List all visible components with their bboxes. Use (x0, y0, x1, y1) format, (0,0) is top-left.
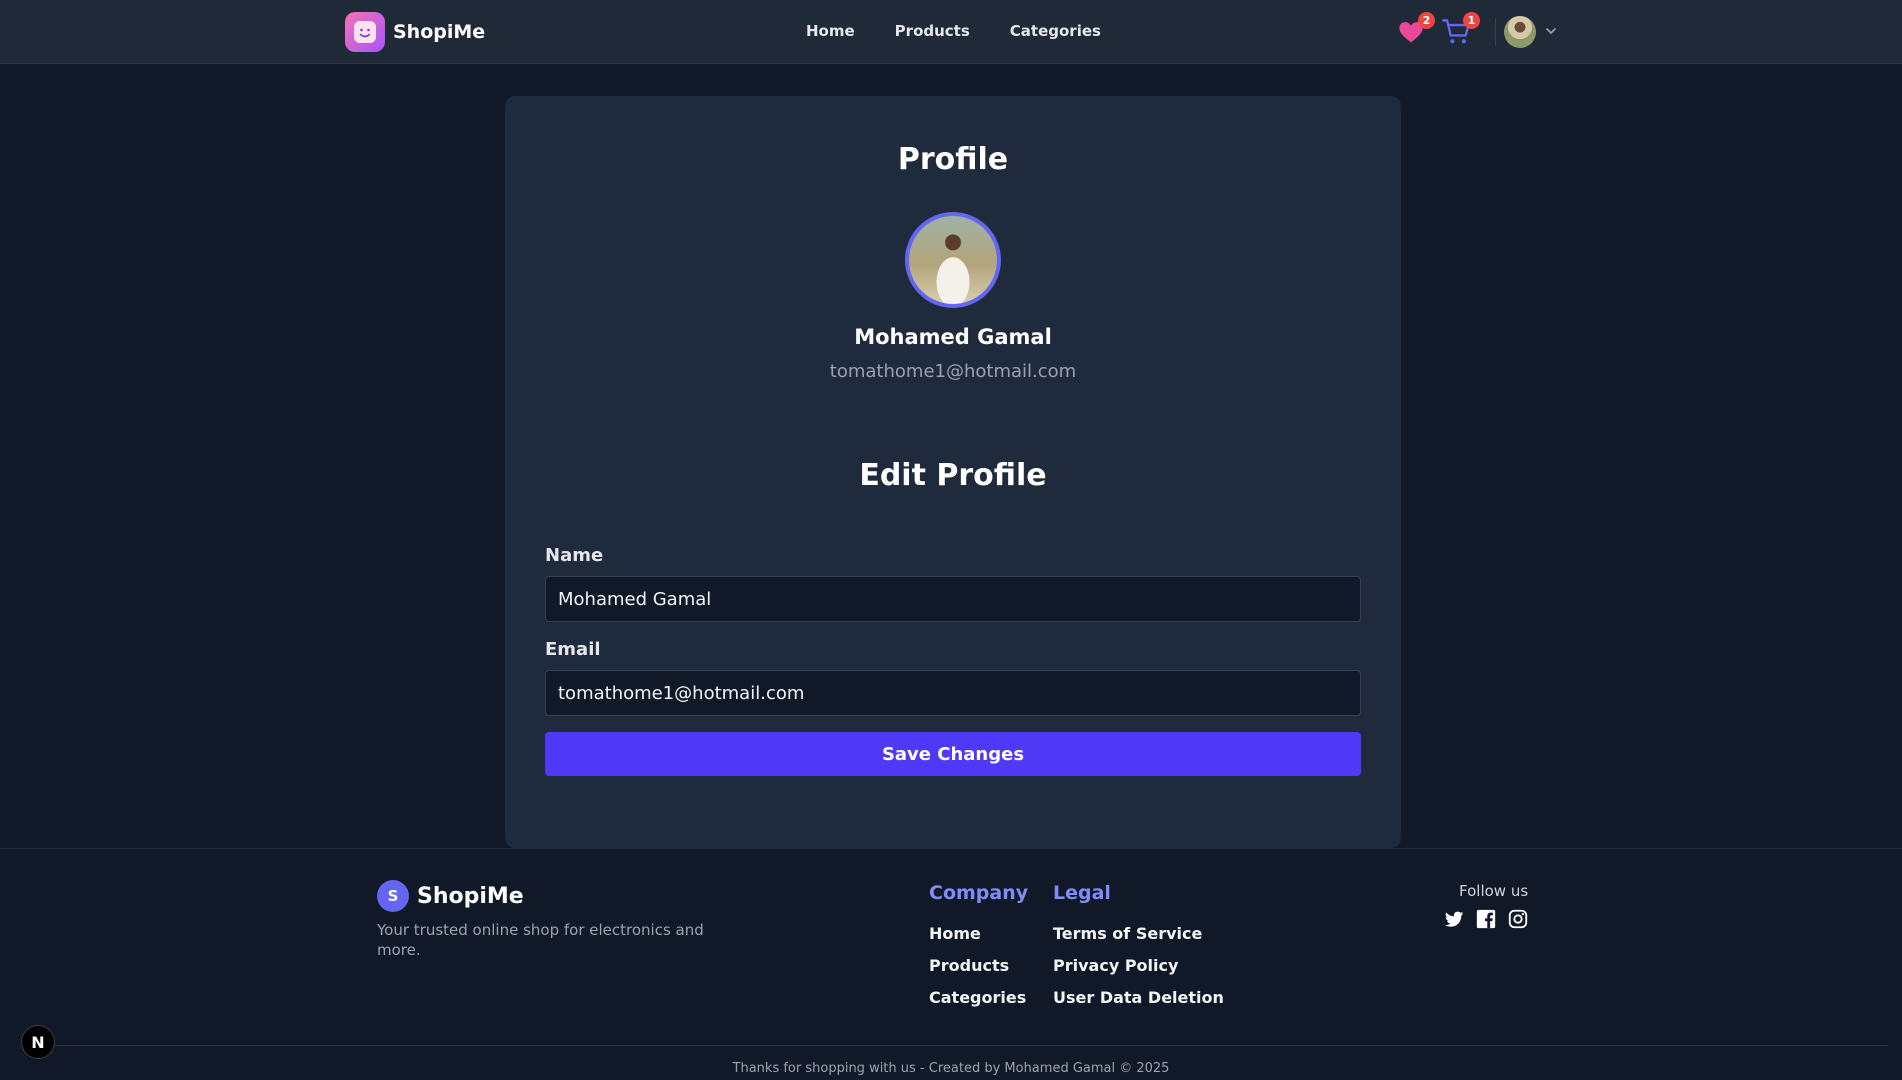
email-field[interactable] (545, 670, 1361, 716)
site-header: ShopiMe Home Products Categories 2 1 (0, 0, 1902, 64)
profile-email: tomathome1@hotmail.com (829, 361, 1077, 382)
footer-logo: S (377, 880, 409, 912)
header-divider (1495, 18, 1496, 46)
footer-divider (0, 848, 1902, 849)
user-avatar[interactable] (1504, 16, 1536, 48)
footer-company-title: Company (929, 882, 1029, 904)
footer-link-privacy[interactable]: Privacy Policy (1053, 950, 1224, 982)
footer-link-home[interactable]: Home (929, 918, 1028, 950)
email-label: Email (545, 639, 601, 660)
facebook-icon[interactable] (1475, 908, 1497, 930)
save-changes-button[interactable]: Save Changes (545, 732, 1361, 776)
footer-link-products[interactable]: Products (929, 950, 1028, 982)
footer-link-terms[interactable]: Terms of Service (1053, 918, 1224, 950)
footer-link-data-deletion[interactable]: User Data Deletion (1053, 982, 1224, 1014)
footer-legal-column: Legal Terms of Service Privacy Policy Us… (1053, 882, 1224, 1014)
footer-brand[interactable]: S ShopiMe (377, 880, 524, 912)
footer-brand-name: ShopiMe (417, 883, 524, 909)
brand[interactable]: ShopiMe (345, 12, 485, 52)
brand-name: ShopiMe (393, 21, 486, 43)
main-nav: Home Products Categories (806, 22, 1101, 40)
copyright-text: Thanks for shopping with us - Created by… (732, 1061, 1170, 1076)
edit-profile-title: Edit Profile (859, 458, 1047, 493)
nav-home[interactable]: Home (806, 22, 855, 40)
chevron-down-icon[interactable] (1544, 24, 1558, 38)
footer-legal-title: Legal (1053, 882, 1111, 904)
twitter-icon[interactable] (1443, 908, 1465, 930)
profile-name: Mohamed Gamal (854, 325, 1052, 349)
name-label: Name (545, 545, 604, 566)
nav-products[interactable]: Products (895, 22, 970, 40)
instagram-icon[interactable] (1507, 908, 1529, 930)
footer-company-column: Company Home Products Categories (929, 882, 1028, 1014)
smile-logo-icon (345, 12, 385, 52)
footer-tagline: Your trusted online shop for electronics… (377, 921, 704, 959)
profile-avatar (905, 212, 1001, 308)
cart-count-badge: 1 (1463, 12, 1480, 29)
footer-bottom-divider (28, 1045, 1888, 1046)
profile-title: Profile (897, 142, 1009, 177)
follow-us-label: Follow us (1459, 882, 1529, 900)
dev-tools-badge[interactable]: N (21, 1025, 55, 1059)
header-actions: 2 1 (1397, 12, 1559, 52)
nav-categories[interactable]: Categories (1010, 22, 1101, 40)
profile-card: Profile Mohamed Gamal tomathome1@hotmail… (505, 96, 1401, 848)
wishlist-button[interactable]: 2 (1397, 12, 1435, 48)
wishlist-count-badge: 2 (1418, 12, 1435, 29)
footer-link-categories[interactable]: Categories (929, 982, 1028, 1014)
name-field[interactable] (545, 576, 1361, 622)
cart-button[interactable]: 1 (1442, 12, 1480, 48)
